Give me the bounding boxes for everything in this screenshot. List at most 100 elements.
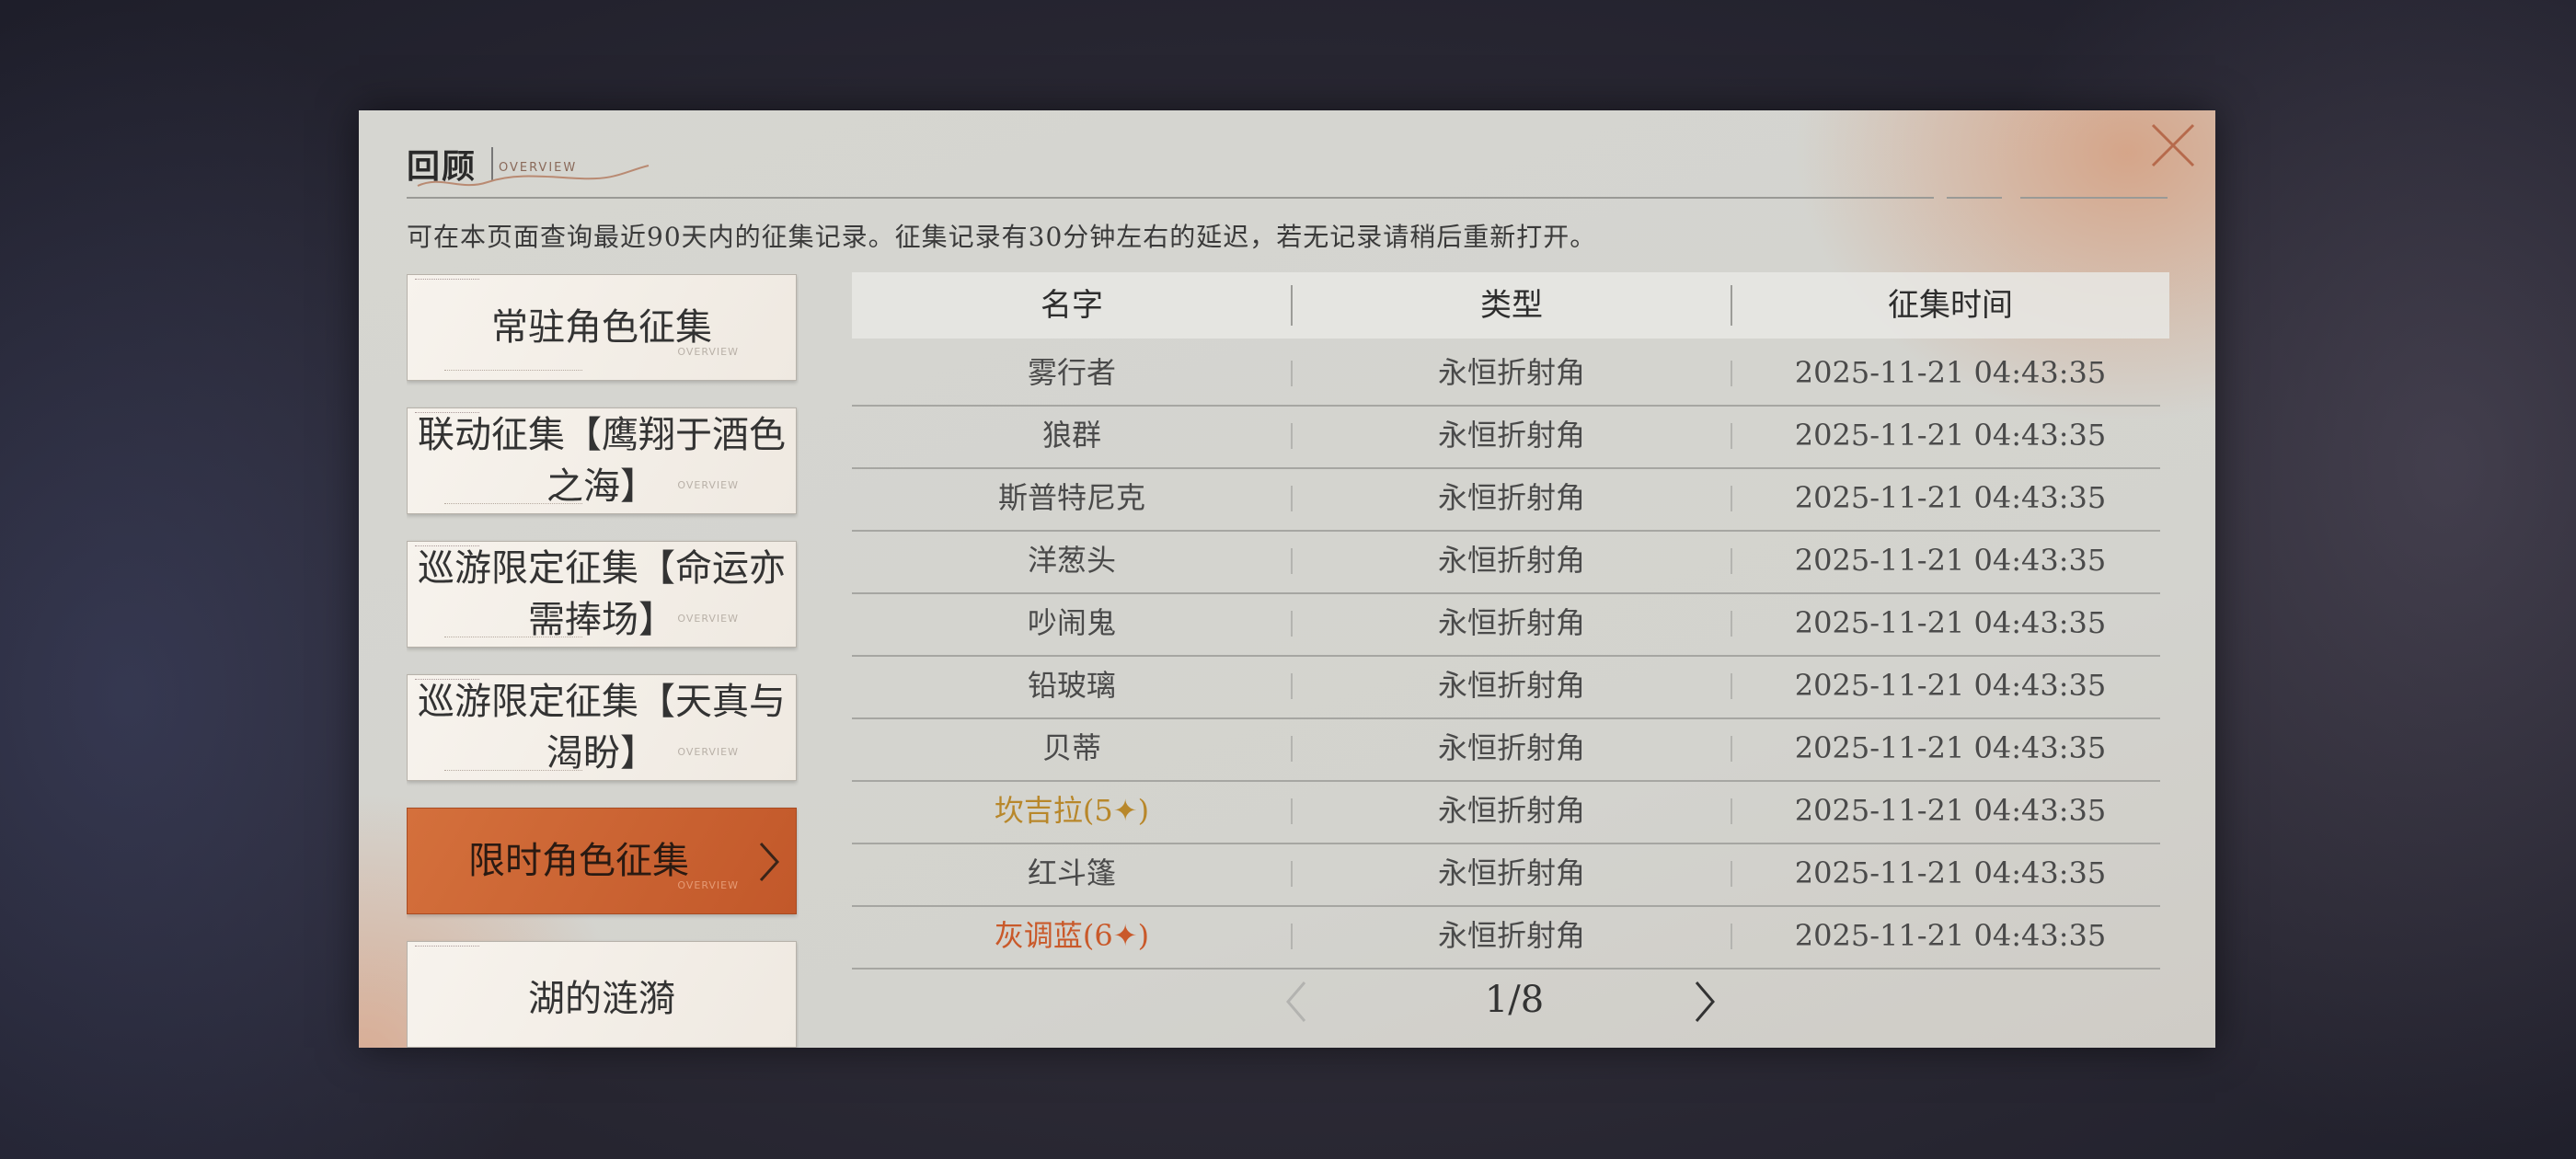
table-row: 斯普特尼克 永恒折射角 2025-11-21 04:43:35 bbox=[852, 467, 2160, 532]
column-divider bbox=[1731, 798, 1732, 824]
cell-type: 永恒折射角 bbox=[1437, 543, 1585, 578]
chevron-left-icon[interactable] bbox=[1279, 979, 1316, 1025]
cell-name: 贝蒂 bbox=[1041, 730, 1101, 765]
column-divider bbox=[1291, 611, 1293, 637]
cell-time: 2025-11-21 04:43:35 bbox=[1794, 855, 2107, 890]
banner-item-collab[interactable]: 联动征集【鹰翔于酒色之海】 OVERVIEW bbox=[407, 407, 797, 514]
close-icon[interactable] bbox=[2147, 120, 2199, 171]
cell-name: 雾行者 bbox=[1027, 355, 1116, 390]
column-divider bbox=[1731, 611, 1732, 637]
column-divider bbox=[1731, 486, 1732, 511]
header-divider bbox=[407, 197, 1934, 199]
cell-time: 2025-11-21 04:43:35 bbox=[1794, 543, 2107, 578]
table-header: 名字 类型 征集时间 bbox=[852, 272, 2169, 339]
column-divider bbox=[1291, 423, 1293, 449]
banner-item-limited-active[interactable]: 限时角色征集 OVERVIEW bbox=[407, 808, 797, 914]
header-divider bbox=[2020, 197, 2168, 199]
chevron-right-icon[interactable] bbox=[1685, 979, 1722, 1025]
card-decoration bbox=[444, 503, 582, 506]
column-divider bbox=[1291, 361, 1293, 386]
column-divider bbox=[1291, 486, 1293, 511]
card-decoration bbox=[415, 946, 479, 950]
table-row: 铅玻璃 永恒折射角 2025-11-21 04:43:35 bbox=[852, 655, 2160, 719]
column-divider bbox=[1291, 798, 1293, 824]
banner-list[interactable]: 常驻角色征集 OVERVIEW 联动征集【鹰翔于酒色之海】 OVERVIEW 巡… bbox=[407, 274, 799, 1048]
table-row: 红斗篷 永恒折射角 2025-11-21 04:43:35 bbox=[852, 843, 2160, 907]
cell-name: 坎吉拉(5✦) bbox=[994, 793, 1150, 828]
cell-time: 2025-11-21 04:43:35 bbox=[1794, 355, 2107, 390]
column-divider bbox=[1731, 423, 1732, 449]
cell-type: 永恒折射角 bbox=[1437, 605, 1585, 640]
column-divider bbox=[1291, 673, 1293, 699]
table-row: 吵闹鬼 永恒折射角 2025-11-21 04:43:35 bbox=[852, 592, 2160, 657]
cell-name: 红斗篷 bbox=[1027, 855, 1116, 890]
title-squiggle-decoration bbox=[417, 165, 650, 187]
cell-time: 2025-11-21 04:43:35 bbox=[1794, 605, 2107, 640]
column-divider bbox=[1731, 285, 1732, 326]
card-decoration bbox=[444, 770, 582, 773]
table-row: 狼群 永恒折射角 2025-11-21 04:43:35 bbox=[852, 405, 2160, 469]
cell-time: 2025-11-21 04:43:35 bbox=[1794, 480, 2107, 515]
table-row: 洋葱头 永恒折射角 2025-11-21 04:43:35 bbox=[852, 530, 2160, 594]
cell-type: 永恒折射角 bbox=[1437, 418, 1585, 453]
cell-type: 永恒折射角 bbox=[1437, 668, 1585, 703]
column-divider bbox=[1291, 861, 1293, 887]
column-divider bbox=[1731, 924, 1732, 949]
cell-name: 灰调蓝(6✦) bbox=[994, 918, 1150, 953]
cell-time: 2025-11-21 04:43:35 bbox=[1794, 793, 2107, 828]
table-row: 贝蒂 永恒折射角 2025-11-21 04:43:35 bbox=[852, 717, 2160, 782]
column-header-type: 类型 bbox=[1480, 287, 1543, 324]
card-decoration bbox=[415, 545, 479, 550]
cell-type: 永恒折射角 bbox=[1437, 730, 1585, 765]
column-divider bbox=[1291, 924, 1293, 949]
cell-name: 狼群 bbox=[1041, 418, 1101, 453]
cell-time: 2025-11-21 04:43:35 bbox=[1794, 730, 2107, 765]
table-row: 坎吉拉(5✦) 永恒折射角 2025-11-21 04:43:35 bbox=[852, 780, 2160, 844]
card-tag: OVERVIEW bbox=[677, 346, 739, 358]
cell-time: 2025-11-21 04:43:35 bbox=[1794, 918, 2107, 953]
column-divider bbox=[1291, 285, 1293, 326]
chevron-right-icon bbox=[759, 842, 780, 882]
pagination: 1/8 bbox=[852, 970, 2169, 1030]
cell-time: 2025-11-21 04:43:35 bbox=[1794, 418, 2107, 453]
cell-type: 永恒折射角 bbox=[1437, 355, 1585, 390]
card-decoration bbox=[444, 370, 582, 373]
column-divider bbox=[1731, 548, 1732, 574]
column-header-name: 名字 bbox=[1041, 287, 1103, 324]
column-divider bbox=[1731, 361, 1732, 386]
banner-item-tour-innocence[interactable]: 巡游限定征集【天真与渴盼】 OVERVIEW bbox=[407, 674, 797, 781]
cell-time: 2025-11-21 04:43:35 bbox=[1794, 668, 2107, 703]
card-tag: OVERVIEW bbox=[677, 746, 739, 758]
description-text: 可在本页面查询最近90天内的征集记录。征集记录有30分钟左右的延迟，若无记录请稍… bbox=[407, 222, 1597, 252]
banner-item-ripples[interactable]: 湖的涟漪 bbox=[407, 941, 797, 1048]
column-divider bbox=[1731, 736, 1732, 762]
card-tag: OVERVIEW bbox=[677, 479, 739, 491]
column-divider bbox=[1291, 736, 1293, 762]
cell-name: 洋葱头 bbox=[1027, 543, 1116, 578]
table-row: 雾行者 永恒折射角 2025-11-21 04:43:35 bbox=[852, 342, 2160, 407]
column-header-time: 征集时间 bbox=[1888, 287, 2013, 324]
header-divider bbox=[1947, 197, 2002, 199]
cell-type: 永恒折射角 bbox=[1437, 480, 1585, 515]
card-decoration bbox=[415, 279, 479, 283]
card-tag: OVERVIEW bbox=[677, 613, 739, 625]
page-indicator: 1/8 bbox=[1484, 979, 1545, 1021]
card-decoration bbox=[415, 412, 479, 417]
cell-type: 永恒折射角 bbox=[1437, 855, 1585, 890]
banner-item-standard[interactable]: 常驻角色征集 OVERVIEW bbox=[407, 274, 797, 381]
cell-type: 永恒折射角 bbox=[1437, 793, 1585, 828]
overview-dialog: 回顾 OVERVIEW 可在本页面查询最近90天内的征集记录。征集记录有30分钟… bbox=[359, 110, 2215, 1048]
table-row: 灰调蓝(6✦) 永恒折射角 2025-11-21 04:43:35 bbox=[852, 905, 2160, 970]
cell-name: 斯普特尼克 bbox=[997, 480, 1145, 515]
column-divider bbox=[1731, 673, 1732, 699]
column-divider bbox=[1731, 861, 1732, 887]
card-tag: OVERVIEW bbox=[677, 879, 739, 891]
banner-item-tour-fate[interactable]: 巡游限定征集【命运亦需捧场】 OVERVIEW bbox=[407, 541, 797, 648]
cell-name: 铅玻璃 bbox=[1027, 668, 1116, 703]
cell-name: 吵闹鬼 bbox=[1027, 605, 1116, 640]
card-decoration bbox=[444, 637, 582, 639]
cell-type: 永恒折射角 bbox=[1437, 918, 1585, 953]
column-divider bbox=[1291, 548, 1293, 574]
card-decoration bbox=[415, 679, 479, 683]
banner-item-label: 湖的涟漪 bbox=[528, 978, 675, 1020]
